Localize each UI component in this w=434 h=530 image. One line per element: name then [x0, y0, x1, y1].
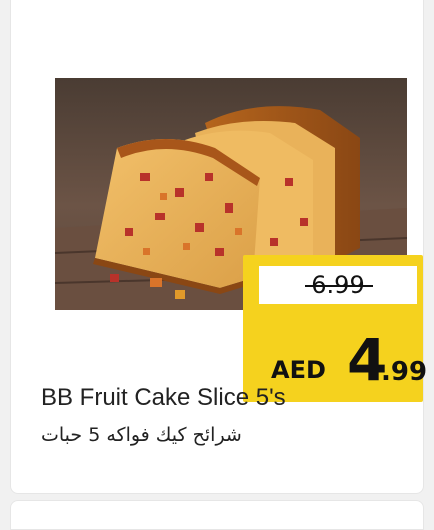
old-price-box: 6.99 — [259, 266, 417, 304]
strikethrough — [305, 285, 373, 287]
currency-label: AED — [271, 356, 326, 384]
product-title-en[interactable]: BB Fruit Cake Slice 5's — [41, 384, 286, 412]
product-card[interactable]: 6.99 AED 4 .99 BB Fruit Cake Slice 5's ش… — [10, 0, 427, 494]
price-tag: 6.99 AED 4 .99 — [243, 255, 427, 402]
product-title-ar[interactable]: شرائح كيك فواكه 5 حبات — [41, 424, 242, 446]
new-price-decimal: .99 — [381, 357, 428, 387]
next-product-card[interactable] — [10, 500, 424, 530]
